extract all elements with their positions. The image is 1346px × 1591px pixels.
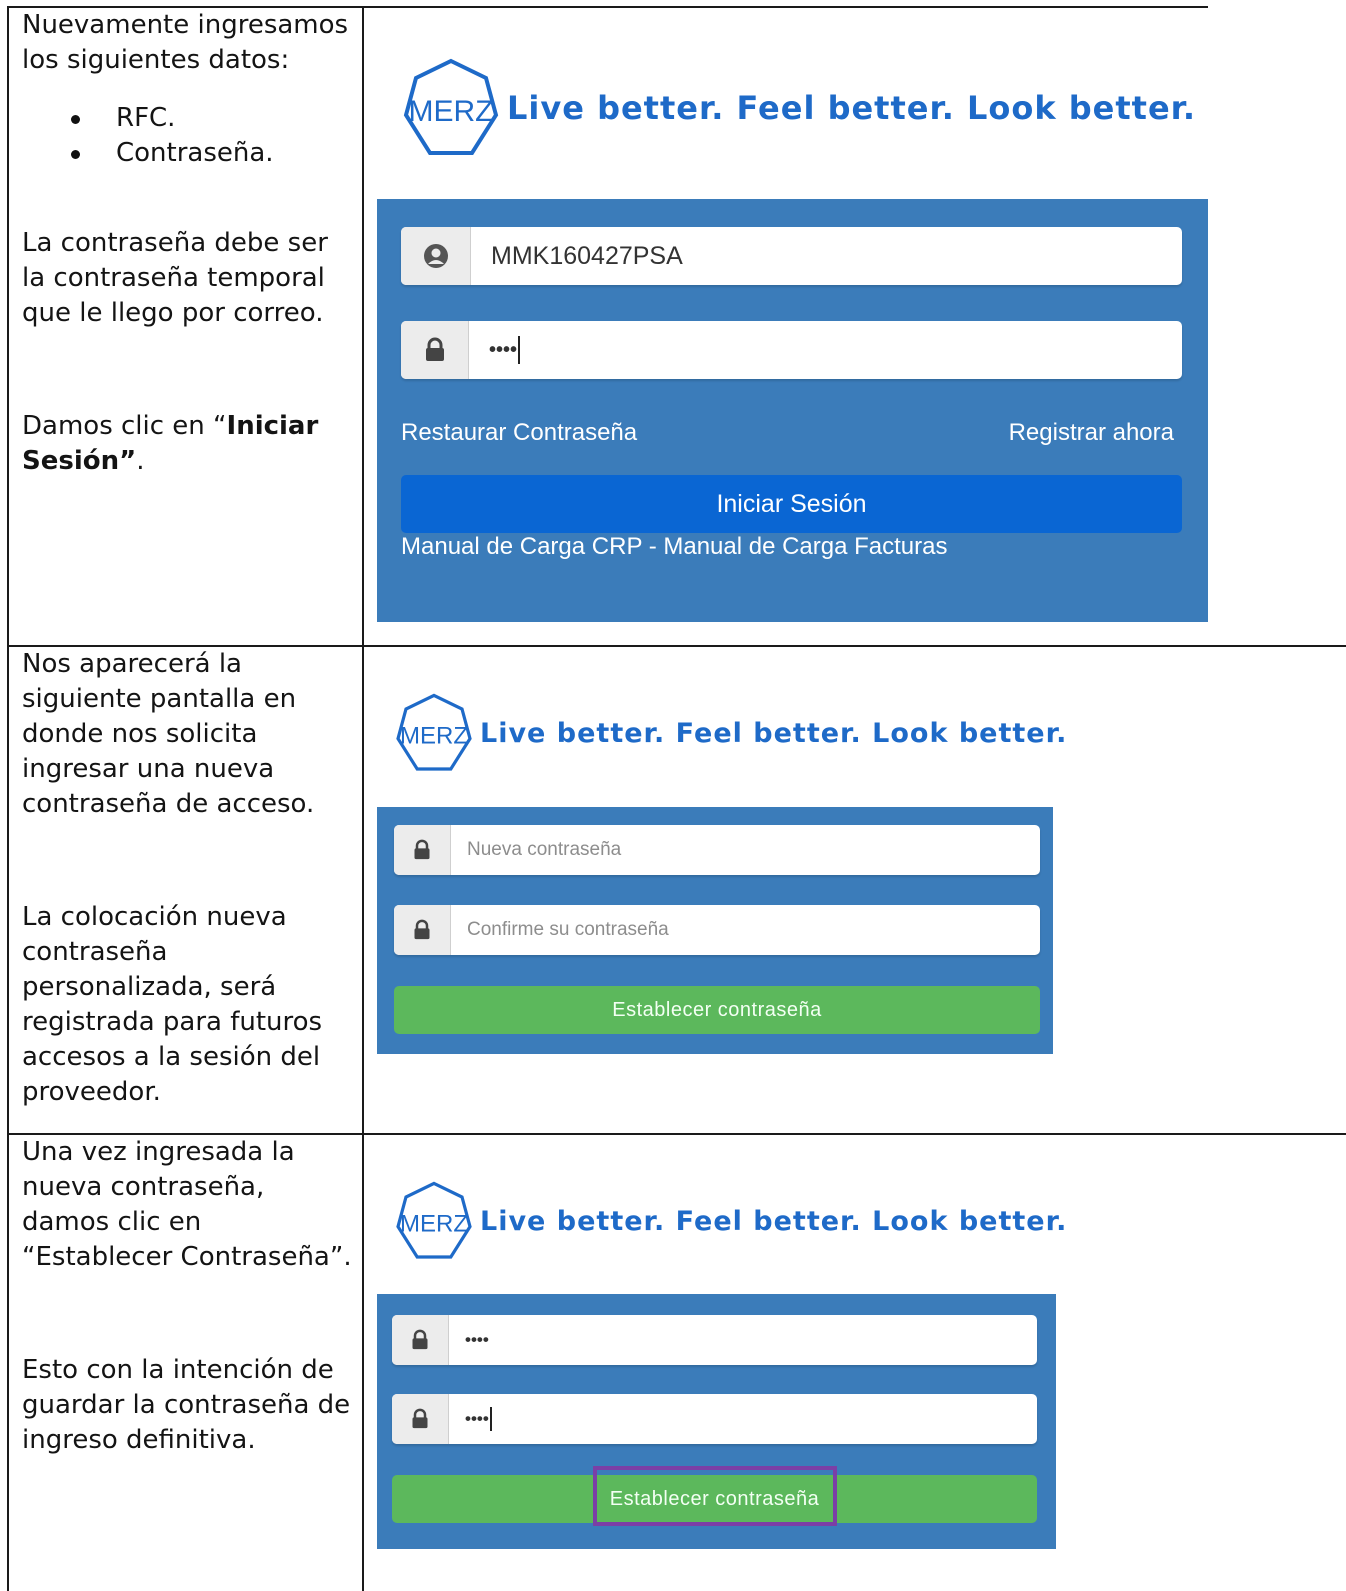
rfc-field[interactable]: MMK160427PSA bbox=[401, 227, 1182, 285]
lock-icon bbox=[414, 839, 430, 860]
tagline: Live better. Feel better. Look better. bbox=[480, 1205, 1068, 1237]
confirm-password-addon bbox=[394, 905, 451, 955]
new-password-panel: Nueva contraseña Confirme su contraseña … bbox=[377, 807, 1053, 1054]
restore-password-link[interactable]: Restaurar Contraseña bbox=[401, 419, 637, 447]
lock-icon bbox=[414, 919, 430, 940]
row3-instructions: Una vez ingresada la nueva contraseña, d… bbox=[22, 1135, 357, 1458]
row1-intro: Nuevamente ingresamos los siguientes dat… bbox=[22, 10, 349, 75]
rfc-addon bbox=[401, 227, 471, 285]
rfc-input[interactable]: MMK160427PSA bbox=[471, 227, 1182, 285]
password-input[interactable]: •••• bbox=[469, 321, 1182, 379]
table-left-border bbox=[7, 6, 9, 1591]
confirm-password-field[interactable]: Confirme su contraseña bbox=[394, 905, 1040, 955]
manuals-link[interactable]: Manual de Carga CRP - Manual de Carga Fa… bbox=[401, 533, 948, 561]
merz-brand-text: MERZ bbox=[400, 722, 468, 749]
lock-icon bbox=[412, 1408, 428, 1429]
merz-heptagon-icon: MERZ bbox=[403, 58, 499, 155]
lock-icon bbox=[412, 1329, 428, 1350]
login-button[interactable]: Iniciar Sesión bbox=[401, 475, 1182, 533]
row3-para1: Una vez ingresada la nueva contraseña, d… bbox=[22, 1137, 352, 1272]
filled-confirm-password-addon bbox=[392, 1394, 449, 1444]
row2-para1: Nos aparecerá la siguiente pantalla en d… bbox=[22, 649, 315, 819]
bullet-password: Contraseña. bbox=[22, 136, 357, 171]
confirm-password-mask: •••• bbox=[465, 1409, 489, 1428]
button-highlight-box bbox=[593, 1466, 837, 1526]
row1-action: Damos clic en “Iniciar Sesión”. bbox=[22, 409, 357, 479]
login-panel: MMK160427PSA •••• Restaurar Contraseña R… bbox=[377, 199, 1208, 622]
filled-password-panel: •••• •••• Establecer contraseña bbox=[377, 1294, 1056, 1549]
user-icon bbox=[423, 244, 448, 268]
new-password-addon bbox=[394, 825, 451, 875]
text-caret bbox=[518, 336, 521, 364]
row3-para2: Esto con la intención de guardar la cont… bbox=[22, 1355, 351, 1455]
filled-confirm-password-input[interactable]: •••• bbox=[449, 1394, 1037, 1444]
merz-logo-2: MERZ Live better. Feel better. Look bett… bbox=[394, 692, 1067, 774]
merz-brand-text: MERZ bbox=[400, 1210, 468, 1237]
lock-icon bbox=[425, 337, 444, 361]
filled-new-password-field[interactable]: •••• bbox=[392, 1315, 1037, 1365]
merz-logo-1: MERZ Live better. Feel better. Look bett… bbox=[401, 58, 1196, 158]
password-field[interactable]: •••• bbox=[401, 321, 1182, 379]
new-password-field[interactable]: Nueva contraseña bbox=[394, 825, 1040, 875]
row1-instructions: Nuevamente ingresamos los siguientes dat… bbox=[22, 8, 357, 479]
filled-new-password-addon bbox=[392, 1315, 449, 1365]
row1-bullet-list: RFC. Contraseña. bbox=[22, 101, 357, 171]
merz-logo-3: MERZ Live better. Feel better. Look bett… bbox=[394, 1180, 1067, 1262]
row1-action-suffix: . bbox=[136, 446, 145, 476]
new-password-input[interactable]: Nueva contraseña bbox=[451, 825, 1040, 875]
register-now-link[interactable]: Registrar ahora bbox=[1009, 419, 1174, 447]
merz-heptagon-icon: MERZ bbox=[396, 1181, 472, 1259]
row1-note: La contraseña debe ser la contraseña tem… bbox=[22, 228, 328, 328]
merz-brand-text: MERZ bbox=[409, 95, 494, 128]
password-mask: •••• bbox=[489, 338, 518, 361]
confirm-password-input[interactable]: Confirme su contraseña bbox=[451, 905, 1040, 955]
set-password-button[interactable]: Establecer contraseña bbox=[394, 986, 1040, 1034]
filled-new-password-input[interactable]: •••• bbox=[449, 1315, 1037, 1365]
merz-heptagon-icon: MERZ bbox=[396, 693, 472, 771]
filled-confirm-password-field[interactable]: •••• bbox=[392, 1394, 1037, 1444]
row1-action-prefix: Damos clic en “ bbox=[22, 411, 227, 441]
password-addon bbox=[401, 321, 469, 379]
tagline: Live better. Feel better. Look better. bbox=[480, 717, 1068, 749]
text-caret bbox=[489, 1407, 492, 1431]
row2-para2: La colocación nueva contraseña personali… bbox=[22, 902, 323, 1107]
column-divider bbox=[362, 6, 364, 1591]
row2-instructions: Nos aparecerá la siguiente pantalla en d… bbox=[22, 647, 357, 1110]
tagline: Live better. Feel better. Look better. bbox=[507, 89, 1197, 127]
bullet-rfc: RFC. bbox=[22, 101, 357, 136]
